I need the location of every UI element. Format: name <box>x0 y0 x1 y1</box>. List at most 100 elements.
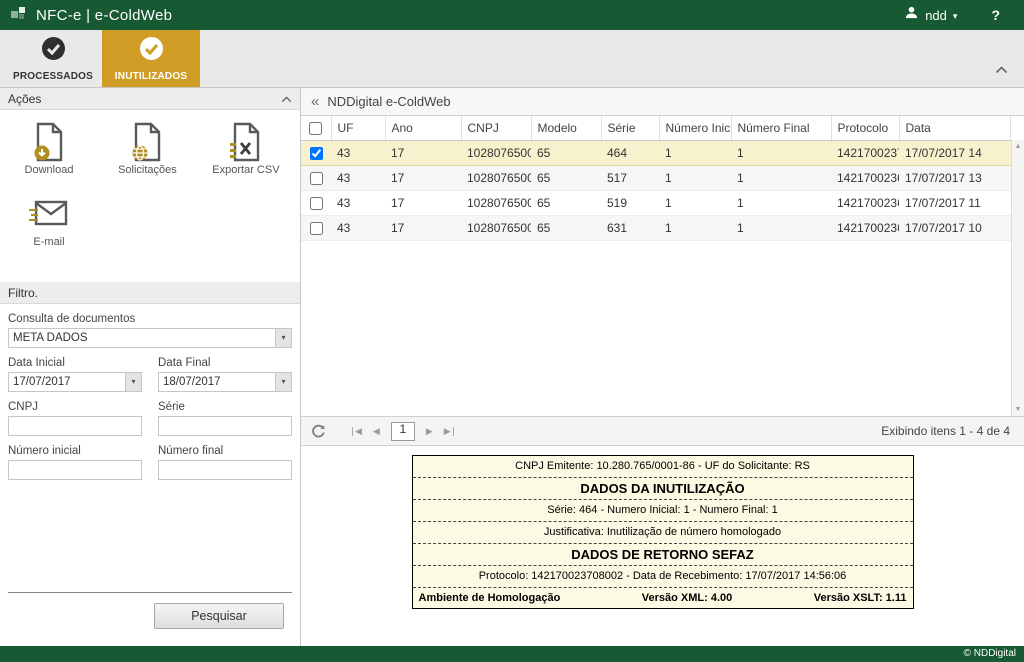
table-row[interactable]: 43 17 1028076500 65 517 1 1 142170023693… <box>301 165 1011 190</box>
cell-numero-inicial: 1 <box>659 215 731 240</box>
table-row[interactable]: 43 17 1028076500 65 631 1 1 142170023693… <box>301 215 1011 240</box>
col-numero-inicial[interactable]: Número Inicial <box>659 116 731 140</box>
cell-serie: 517 <box>601 165 659 190</box>
data-final-picker[interactable]: 18/07/2017 ▾ <box>158 372 292 392</box>
vertical-scrollbar[interactable]: ▲ ▼ <box>1011 140 1024 416</box>
col-ano[interactable]: Ano <box>385 116 461 140</box>
cell-cnpj: 1028076500 <box>461 140 531 165</box>
tab-processados[interactable]: PROCESSADOS <box>4 30 102 87</box>
tab-label: PROCESSADOS <box>13 71 93 82</box>
filter-title: Filtro. <box>8 286 38 300</box>
scroll-up-icon[interactable]: ▲ <box>1015 143 1022 150</box>
consulta-label: Consulta de documentos <box>8 313 292 325</box>
main-header: « NDDigital e-ColdWeb <box>301 88 1024 116</box>
cell-uf: 43 <box>331 190 385 215</box>
last-page-icon[interactable]: ▶ <box>444 427 454 436</box>
cnpj-input[interactable] <box>8 416 142 436</box>
col-uf[interactable]: UF <box>331 116 385 140</box>
detail-protocolo-line: Protocolo: 142170023708002 - Data de Rec… <box>413 565 913 587</box>
download-button[interactable]: Download <box>2 120 96 176</box>
collapse-sidebar-icon[interactable]: « <box>311 93 319 110</box>
user-menu[interactable]: ndd <box>925 8 947 23</box>
serie-input[interactable] <box>158 416 292 436</box>
chevron-down-icon[interactable]: ▾ <box>275 329 291 347</box>
row-checkbox[interactable] <box>310 197 323 210</box>
page-number-box[interactable]: 1 <box>391 422 415 441</box>
data-final-value: 18/07/2017 <box>159 376 275 388</box>
filter-section-header: Filtro. <box>0 282 300 304</box>
export-csv-button[interactable]: Exportar CSV <box>199 120 293 176</box>
table-header-row: UF Ano CNPJ Modelo Série Número Inicial … <box>301 116 1011 140</box>
detail-serie-line: Série: 464 - Numero Inicial: 1 - Numero … <box>413 499 913 521</box>
cell-numero-final: 1 <box>731 140 831 165</box>
data-inicial-label: Data Inicial <box>8 357 142 369</box>
download-document-icon <box>2 120 96 164</box>
email-button[interactable]: E-mail <box>2 192 96 248</box>
cell-numero-inicial: 1 <box>659 165 731 190</box>
chevron-down-icon[interactable]: ▾ <box>275 373 291 391</box>
detail-justificativa-line: Justificativa: Inutilização de número ho… <box>413 521 913 543</box>
main-header-title: NDDigital e-ColdWeb <box>327 94 450 109</box>
detail-footer: Ambiente de Homologação Versão XML: 4.00… <box>413 587 913 608</box>
actions-grid: Download Solicitações <box>0 110 300 282</box>
col-modelo[interactable]: Modelo <box>531 116 601 140</box>
cell-protocolo: 142170023693 <box>831 165 899 190</box>
detail-section2-title: DADOS DE RETORNO SEFAZ <box>413 543 913 565</box>
sidebar: Ações Download <box>0 88 301 646</box>
topbar: NFC-e | e-ColdWeb ndd ▾ ? <box>0 0 1024 30</box>
data-inicial-picker[interactable]: 17/07/2017 ▾ <box>8 372 142 392</box>
row-checkbox[interactable] <box>310 222 323 235</box>
topbar-right: ndd ▾ ? <box>904 5 1014 25</box>
help-button[interactable]: ? <box>991 7 1000 23</box>
content: Ações Download <box>0 88 1024 646</box>
cell-modelo: 65 <box>531 190 601 215</box>
tab-inutilizados[interactable]: INUTILIZADOS <box>102 30 200 87</box>
col-data[interactable]: Data <box>899 116 1011 140</box>
action-label: Exportar CSV <box>199 164 293 176</box>
next-page-icon[interactable]: ▶ <box>426 427 433 436</box>
col-cnpj[interactable]: CNPJ <box>461 116 531 140</box>
cell-cnpj: 1028076500 <box>461 190 531 215</box>
col-protocolo[interactable]: Protocolo <box>831 116 899 140</box>
cell-serie: 631 <box>601 215 659 240</box>
serie-label: Série <box>158 401 292 413</box>
cell-ano: 17 <box>385 215 461 240</box>
solicitacoes-button[interactable]: Solicitações <box>100 120 194 176</box>
numero-inicial-input[interactable] <box>8 460 142 480</box>
cell-modelo: 65 <box>531 165 601 190</box>
consulta-dropdown[interactable]: META DADOS ▾ <box>8 328 292 348</box>
cell-numero-final: 1 <box>731 215 831 240</box>
data-final-label: Data Final <box>158 357 292 369</box>
nddigital-logo-icon <box>10 4 28 27</box>
col-serie[interactable]: Série <box>601 116 659 140</box>
pesquisar-button[interactable]: Pesquisar <box>154 603 284 629</box>
cnpj-label: CNPJ <box>8 401 142 413</box>
table-row[interactable]: 43 17 1028076500 65 464 1 1 142170023708… <box>301 140 1011 165</box>
action-label: E-mail <box>2 236 96 248</box>
select-all-checkbox[interactable] <box>309 122 322 135</box>
row-checkbox[interactable] <box>310 172 323 185</box>
topbar-left: NFC-e | e-ColdWeb <box>10 4 172 27</box>
col-numero-final[interactable]: Número Final <box>731 116 831 140</box>
consulta-value: META DADOS <box>9 332 275 344</box>
cell-modelo: 65 <box>531 215 601 240</box>
prev-page-icon[interactable]: ◀ <box>373 427 380 436</box>
cell-numero-final: 1 <box>731 190 831 215</box>
actions-section-header: Ações <box>0 88 300 110</box>
refresh-icon[interactable] <box>311 424 326 439</box>
collapse-actions-icon[interactable] <box>281 92 292 106</box>
copyright-text: © NDDigital <box>964 648 1016 659</box>
cell-data: 17/07/2017 10 <box>899 215 1011 240</box>
user-icon <box>904 5 919 25</box>
user-caret-icon[interactable]: ▾ <box>953 12 958 21</box>
row-checkbox[interactable] <box>310 147 323 160</box>
cell-numero-inicial: 1 <box>659 190 731 215</box>
numero-final-input[interactable] <box>158 460 292 480</box>
detail-area: CNPJ Emitente: 10.280.765/0001-86 - UF d… <box>301 446 1024 646</box>
first-page-icon[interactable]: ◀ <box>352 427 362 436</box>
collapse-ribbon-icon[interactable] <box>995 61 1008 79</box>
check-circle-light-icon <box>138 35 165 67</box>
scroll-down-icon[interactable]: ▼ <box>1015 406 1022 413</box>
table-row[interactable]: 43 17 1028076500 65 519 1 1 142170023693… <box>301 190 1011 215</box>
chevron-down-icon[interactable]: ▾ <box>125 373 141 391</box>
